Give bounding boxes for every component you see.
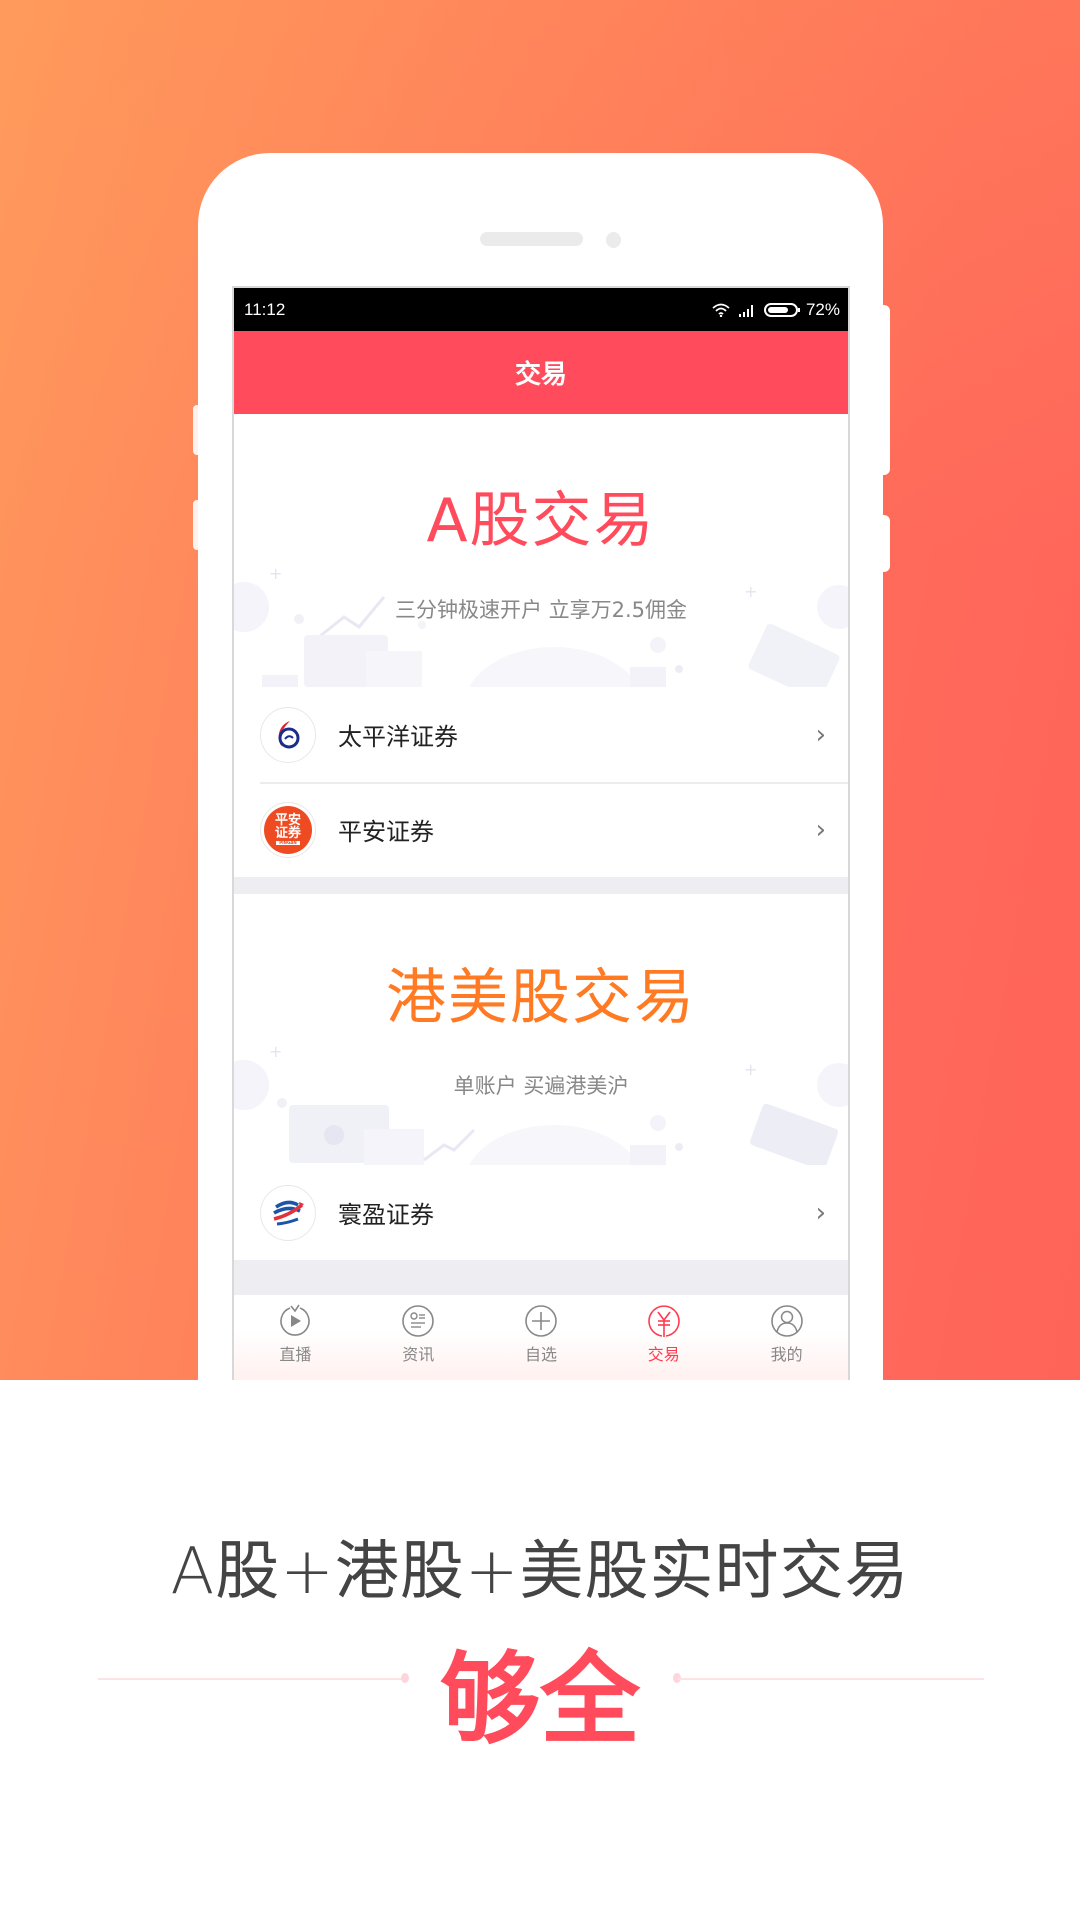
pingan-securities-logo: 平安 证券 PINGAN <box>260 801 316 858</box>
broker-name: 平安证券 <box>338 818 434 846</box>
section-divider <box>234 877 848 894</box>
status-icons: 72% <box>712 300 840 320</box>
tab-label: 交易 <box>647 1345 680 1364</box>
add-watchlist-icon <box>525 1305 557 1337</box>
battery-percent: 72% <box>805 299 840 319</box>
finance-illustration: + + <box>234 567 848 687</box>
pingan-logo-caption: PINGAN <box>276 841 300 845</box>
pacific-securities-logo <box>260 706 316 763</box>
pingan-logo-text: 证券 <box>274 826 301 841</box>
marketing-tagline: 够全 <box>440 1641 640 1758</box>
broker-name: 寰盈证券 <box>338 1201 434 1229</box>
broker-name: 太平洋证券 <box>338 723 458 751</box>
tab-profile[interactable]: 我的 <box>725 1295 848 1380</box>
decorative-line <box>678 1678 984 1680</box>
chevron-right-icon: › <box>815 1197 826 1228</box>
wifi-icon <box>712 303 730 317</box>
huanying-securities-logo <box>260 1184 316 1241</box>
page-header: 交易 <box>234 331 848 414</box>
broker-row-huanying[interactable]: 寰盈证券 › <box>234 1165 848 1260</box>
page-title: 交易 <box>514 360 567 390</box>
chevron-right-icon: › <box>815 719 826 750</box>
tab-trade[interactable]: 交易 <box>602 1295 725 1380</box>
svg-text:+: + <box>744 1060 757 1079</box>
svg-text:+: + <box>269 567 282 583</box>
finance-illustration: + + <box>234 1045 848 1165</box>
tab-label: 我的 <box>770 1345 803 1364</box>
phone-speaker <box>480 232 583 246</box>
phone-volume-button <box>880 515 890 572</box>
a-share-banner[interactable]: A股交易 三分钟极速开户 立享万2.5佣金 + + <box>234 414 848 687</box>
tab-label: 直播 <box>279 1345 312 1364</box>
broker-row-pacific[interactable]: 太平洋证券 › <box>234 687 848 782</box>
phone-power-button <box>880 305 890 475</box>
live-play-icon <box>280 1304 311 1336</box>
broker-row-pingan[interactable]: 平安 证券 PINGAN 平安证券 › <box>234 782 848 877</box>
tab-live[interactable]: 直播 <box>234 1295 357 1380</box>
tab-label: 资讯 <box>402 1345 435 1364</box>
tab-label: 自选 <box>524 1345 557 1364</box>
a-share-title: A股交易 <box>426 486 656 556</box>
phone-camera <box>606 232 621 248</box>
bottom-tab-bar: 直播 资讯 自选 交易 我的 <box>234 1295 848 1380</box>
svg-text:+: + <box>744 582 757 601</box>
phone-screen: 11:12 72% 交易 A股交易 三分钟极速开户 立享万2.5佣金 + + 太… <box>232 286 850 1380</box>
profile-icon <box>770 1305 803 1337</box>
svg-text:+: + <box>269 1045 282 1061</box>
marketing-headline: A股+港股+美股实时交易 <box>170 1535 910 1609</box>
tab-news[interactable]: 资讯 <box>357 1295 480 1380</box>
signal-icon <box>738 304 753 317</box>
tab-watchlist[interactable]: 自选 <box>480 1295 603 1380</box>
battery-icon <box>763 302 800 317</box>
hk-us-title: 港美股交易 <box>386 963 696 1033</box>
news-icon <box>402 1305 434 1337</box>
section-divider <box>234 1260 848 1300</box>
yuan-trade-icon <box>648 1305 680 1337</box>
chevron-right-icon: › <box>815 814 826 845</box>
status-bar: 11:12 72% <box>234 288 848 331</box>
hk-us-banner[interactable]: 港美股交易 单账户 买遍港美沪 + + <box>234 894 848 1165</box>
status-time: 11:12 <box>244 299 286 319</box>
